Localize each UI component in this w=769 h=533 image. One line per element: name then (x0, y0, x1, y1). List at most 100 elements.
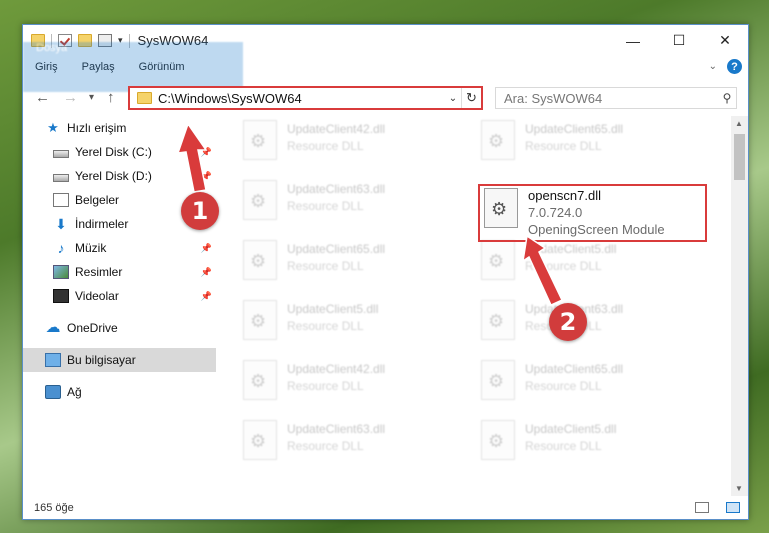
item-count: 165 öğe (34, 502, 74, 514)
list-item[interactable]: UpdateClient65.dll Resource DLL (243, 240, 463, 290)
file-name: UpdateClient65.dll (525, 122, 624, 136)
address-dropdown-icon[interactable]: ⌄ (445, 93, 461, 104)
dll-file-icon (481, 120, 515, 160)
view-switcher (684, 502, 740, 513)
vertical-scrollbar[interactable]: ▲ ▼ (731, 116, 748, 496)
drive-icon (53, 173, 69, 182)
drive-icon (53, 149, 69, 158)
pin-icon: 📌 (200, 146, 212, 157)
list-item[interactable]: UpdateClient42.dll Resource DLL (243, 360, 463, 410)
sidebar-item-label: Resimler (75, 265, 123, 279)
sidebar-item-onedrive[interactable]: ☁ OneDrive (23, 316, 216, 340)
dll-file-icon (484, 188, 518, 228)
folder-icon (137, 92, 152, 104)
sidebar-item-quick-access[interactable]: ★ Hızlı erişim (23, 116, 216, 140)
sidebar-item-label: Bu bilgisayar (67, 353, 136, 367)
status-bar: 165 öğe (23, 497, 748, 519)
file-name: UpdateClient5.dll (525, 242, 617, 256)
list-item[interactable]: UpdateClient63.dll Resource DLL (243, 180, 463, 230)
sidebar-item-network[interactable]: Ağ (23, 380, 216, 404)
file-list: UpdateClient42.dll Resource DLL UpdateCli… (218, 116, 730, 496)
tiles-view-icon[interactable] (726, 502, 740, 513)
scroll-up-icon[interactable]: ▲ (735, 119, 743, 128)
minimize-button[interactable]: — (610, 25, 656, 56)
file-name: UpdateClient5.dll (525, 422, 617, 436)
sidebar-item-this-pc[interactable]: Bu bilgisayar (23, 348, 216, 372)
pin-icon: 📌 (200, 266, 212, 277)
file-name: UpdateClient63.dll (287, 182, 386, 196)
file-name: UpdateClient65.dll (287, 242, 386, 256)
file-description: Resource DLL (525, 259, 602, 273)
sidebar-item-local-disk-d[interactable]: Yerel Disk (D:) 📌 (23, 164, 216, 188)
dll-file-icon (243, 360, 277, 400)
list-item[interactable]: UpdateClient65.dll Resource DLL (481, 360, 701, 410)
network-icon (45, 385, 61, 399)
dll-file-icon (481, 420, 515, 460)
sidebar-item-label: İndirmeler (75, 217, 129, 231)
pin-icon: 📌 (200, 170, 212, 181)
file-description: Resource DLL (287, 139, 364, 153)
file-description: Resource DLL (287, 259, 364, 273)
file-description: Resource DLL (287, 199, 364, 213)
list-item[interactable]: UpdateClient5.dll Resource DLL (243, 300, 463, 350)
search-input[interactable]: Ara: SysWOW64 (504, 91, 718, 106)
scroll-down-icon[interactable]: ▼ (735, 484, 743, 493)
sidebar-item-local-disk-c[interactable]: Yerel Disk (C:) 📌 (23, 140, 216, 164)
computer-icon (45, 353, 61, 367)
file-name: UpdateClient65.dll (525, 362, 624, 376)
dll-file-icon (243, 300, 277, 340)
file-name: UpdateClient42.dll (287, 122, 386, 136)
list-item[interactable]: UpdateClient5.dll Resource DLL (481, 420, 701, 470)
dll-file-icon (481, 240, 515, 280)
expand-ribbon-icon[interactable]: ⌄ (709, 61, 717, 72)
list-item[interactable]: UpdateClient63.dllResource DLL (481, 300, 701, 350)
details-view-icon[interactable] (695, 502, 709, 513)
step-badge-1: 1 (181, 192, 219, 230)
recent-locations-icon[interactable]: ▾ (89, 92, 94, 103)
help-icon[interactable]: ? (727, 59, 742, 74)
ribbon-right: ⌄ ? (709, 59, 742, 74)
back-arrow-icon[interactable]: ← (35, 89, 50, 106)
list-item[interactable]: UpdateClient65.dll Resource DLL (481, 120, 701, 170)
address-path[interactable]: C:\Windows\SysWOW64 (158, 91, 445, 106)
sidebar-item-label: Belgeler (75, 193, 120, 207)
file-name: UpdateClient42.dll (287, 362, 386, 376)
sidebar-item-label: Hızlı erişim (67, 121, 127, 135)
dll-file-icon (481, 360, 515, 400)
documents-icon (53, 193, 69, 207)
sidebar-item-pictures[interactable]: Resimler 📌 (23, 260, 216, 284)
file-description: Resource DLL (525, 379, 602, 393)
file-description: Resource DLL (525, 439, 602, 453)
sidebar-item-music[interactable]: ♪ Müzik 📌 (23, 236, 216, 260)
window-controls: — ☐ ✕ (610, 25, 748, 56)
search-box[interactable]: Ara: SysWOW64 ⚲ (495, 87, 737, 109)
explorer-window: ▾ SysWOW64 — ☐ ✕ Dosya Giriş Paylaş Görü… (22, 24, 749, 520)
videos-icon (53, 289, 69, 303)
list-item[interactable]: UpdateClient5.dll Resource DLL (481, 240, 701, 290)
highlighted-file-item[interactable]: openscn7.dll 7.0.724.0 OpeningScreen Mod… (484, 188, 704, 238)
refresh-icon[interactable]: ↻ (461, 88, 481, 108)
maximize-button[interactable]: ☐ (656, 25, 702, 56)
download-icon: ⬇ (55, 216, 67, 232)
search-icon[interactable]: ⚲ (718, 91, 736, 105)
music-icon: ♪ (57, 240, 65, 256)
pictures-icon (53, 265, 69, 279)
file-description: Resource DLL (525, 139, 602, 153)
close-button[interactable]: ✕ (702, 25, 748, 56)
sidebar-item-label: Ağ (67, 385, 82, 399)
sidebar-item-videos[interactable]: Videolar 📌 (23, 284, 216, 308)
forward-arrow-icon[interactable]: → (63, 89, 78, 106)
sidebar-item-label: Videolar (75, 289, 119, 303)
file-name: UpdateClient63.dll (287, 422, 386, 436)
list-item[interactable]: UpdateClient42.dll Resource DLL (243, 120, 463, 170)
pin-icon: 📌 (200, 242, 212, 253)
scrollbar-thumb[interactable] (734, 134, 745, 180)
pin-icon: 📌 (200, 290, 212, 301)
up-arrow-icon[interactable]: ↑ (107, 89, 115, 106)
address-bar[interactable]: C:\Windows\SysWOW64 ⌄ ↻ (128, 86, 483, 110)
navigation-pane: ★ Hızlı erişim Yerel Disk (C:) 📌 Yerel D… (23, 116, 216, 496)
file-name: UpdateClient5.dll (287, 302, 379, 316)
list-item[interactable]: UpdateClient63.dllResource DLL (243, 420, 463, 470)
dll-file-icon (243, 120, 277, 160)
cloud-icon: ☁ (45, 319, 61, 336)
